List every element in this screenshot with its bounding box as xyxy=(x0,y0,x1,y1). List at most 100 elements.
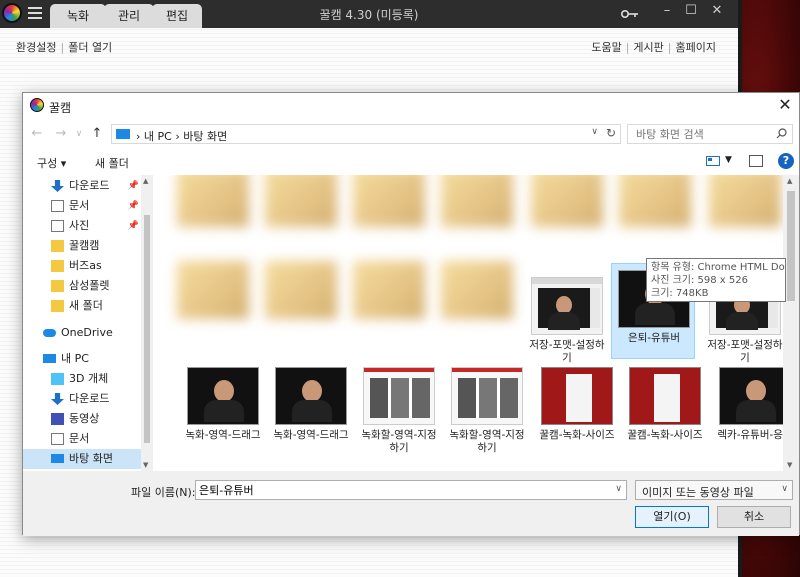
address-bar[interactable]: › 내 PC › 바탕 화면 ∨ ↻ xyxy=(111,124,621,144)
forward-arrow-icon[interactable]: → xyxy=(53,126,69,142)
file-item[interactable]: 저장-포맷-설정하기 xyxy=(525,271,609,367)
sidebar-item[interactable]: 문서 📌 xyxy=(23,196,141,216)
file-item[interactable] xyxy=(435,255,519,325)
up-arrow-icon[interactable]: ↑ xyxy=(89,126,105,142)
file-item[interactable] xyxy=(613,175,697,233)
file-item[interactable] xyxy=(347,255,431,325)
sidebar-item[interactable]: 버즈as xyxy=(23,256,141,276)
chevron-down-icon[interactable]: ∨ xyxy=(615,484,622,494)
board-link[interactable]: 게시판 xyxy=(633,41,663,54)
file-thumbnail xyxy=(265,175,337,227)
search-icon[interactable] xyxy=(776,128,787,139)
file-item[interactable]: 녹화할-영역-지정하기 xyxy=(357,361,441,457)
sidebar-item[interactable]: 다운로드 xyxy=(23,389,141,409)
pin-icon[interactable]: 📌 xyxy=(128,216,139,236)
file-thumbnail xyxy=(541,367,613,425)
sidebar-item-label: 문서 xyxy=(69,432,90,445)
tooltip-type: 항목 유형: Chrome HTML Do xyxy=(651,262,785,273)
file-thumbnail xyxy=(177,261,249,319)
file-item[interactable] xyxy=(703,175,787,233)
view-options-icon[interactable] xyxy=(706,156,720,166)
desktop-icon xyxy=(51,454,64,463)
open-file-dialog: 꿀캠 ✕ ← → ∨ ↑ › 내 PC › 바탕 화면 ∨ ↻ 구성 ▾ 새 폴… xyxy=(22,92,800,536)
recent-chevron-icon[interactable]: ∨ xyxy=(71,126,87,142)
pin-icon[interactable]: 📌 xyxy=(128,176,139,196)
file-item[interactable]: 꿀캠-녹화-사이즈 xyxy=(623,361,707,457)
view-chevron-icon[interactable]: ▼ xyxy=(725,155,732,165)
key-icon[interactable] xyxy=(621,9,639,19)
file-tooltip: 항목 유형: Chrome HTML Do 사진 크기: 598 x 526 크… xyxy=(646,258,786,302)
file-item[interactable] xyxy=(347,175,431,233)
file-item[interactable] xyxy=(259,175,343,233)
scroll-thumb[interactable] xyxy=(787,191,795,301)
file-item[interactable]: 녹화-영역-드래그 xyxy=(181,361,265,457)
file-item[interactable]: 녹화할-영역-지정하기 xyxy=(445,361,529,457)
file-thumbnail xyxy=(531,277,603,335)
app-titlebar: 녹화 관리 편집 꿀캠 4.30 (미등록) – ☐ ✕ xyxy=(0,0,738,28)
sidebar-item[interactable]: 문서 xyxy=(23,429,141,449)
filetype-value: 이미지 또는 동영상 파일 xyxy=(642,486,754,499)
organize-button[interactable]: 구성 ▾ xyxy=(37,155,66,171)
sidebar-item[interactable]: 꿀캠캠 xyxy=(23,236,141,256)
sidebar-item[interactable]: 3D 개체 xyxy=(23,369,141,389)
open-button[interactable]: 열기(O) xyxy=(635,506,709,528)
sidebar-item[interactable]: 사진 📌 xyxy=(23,216,141,236)
filetype-select[interactable]: 이미지 또는 동영상 파일 ∨ xyxy=(635,480,793,500)
address-row: ← → ∨ ↑ › 내 PC › 바탕 화면 ∨ ↻ xyxy=(23,119,799,149)
scroll-up-icon[interactable]: ▲ xyxy=(143,177,148,185)
search-field[interactable] xyxy=(627,124,793,144)
file-name: 녹화-영역-드래그 xyxy=(185,429,261,441)
sidebar-item-label: 삼성폴렛 xyxy=(69,279,110,292)
search-input[interactable] xyxy=(628,125,768,143)
breadcrumb[interactable]: › 내 PC › 바탕 화면 xyxy=(136,128,227,144)
help-icon[interactable]: ? xyxy=(778,153,794,169)
dialog-footer: 파일 이름(N): ∨ 이미지 또는 동영상 파일 ∨ 열기(O) 취소 xyxy=(23,471,799,536)
sidebar-item[interactable]: 삼성폴렛 xyxy=(23,276,141,296)
open-folder-link[interactable]: 폴더 열기 xyxy=(68,41,112,54)
file-item[interactable] xyxy=(171,255,255,325)
refresh-icon[interactable]: ↻ xyxy=(606,126,616,140)
sidebar-item[interactable]: 내 PC xyxy=(23,349,141,369)
sidebar-item[interactable]: OneDrive xyxy=(23,323,141,343)
maximize-icon[interactable]: ☐ xyxy=(679,0,703,24)
app-toolbar-right: 도움말 | 게시판 | 홈페이지 xyxy=(591,41,716,54)
sidebar-item[interactable]: 동영상 xyxy=(23,409,141,429)
scroll-thumb[interactable] xyxy=(144,215,150,443)
file-scrollbar[interactable]: ▲ ▼ xyxy=(783,175,799,471)
settings-link[interactable]: 환경설정 xyxy=(16,41,56,54)
filename-input[interactable] xyxy=(196,481,596,499)
sidebar-item-label: 동영상 xyxy=(69,412,100,425)
file-item[interactable] xyxy=(435,175,519,233)
scroll-down-icon[interactable]: ▼ xyxy=(787,461,792,469)
chevron-down-icon[interactable]: ∨ xyxy=(591,127,598,137)
close-icon[interactable]: ✕ xyxy=(705,0,729,24)
filename-combobox[interactable]: ∨ xyxy=(195,480,627,500)
file-item[interactable] xyxy=(171,175,255,233)
scroll-up-icon[interactable]: ▲ xyxy=(787,177,792,185)
file-item[interactable] xyxy=(525,175,609,233)
file-name: 녹화할-영역-지정하기 xyxy=(449,429,525,454)
dialog-close-icon[interactable]: ✕ xyxy=(773,95,797,117)
preview-pane-icon[interactable] xyxy=(749,155,763,167)
back-arrow-icon[interactable]: ← xyxy=(29,126,45,142)
help-link[interactable]: 도움말 xyxy=(591,41,621,54)
file-thumbnail xyxy=(709,175,781,227)
nav-scrollbar[interactable]: ▲ ▼ xyxy=(141,175,153,471)
scroll-down-icon[interactable]: ▼ xyxy=(143,461,148,469)
sidebar-item[interactable]: 새 폴더 xyxy=(23,296,141,316)
cloud-icon xyxy=(43,329,56,337)
file-thumbnail xyxy=(187,367,259,425)
sidebar-item[interactable]: 다운로드 📌 xyxy=(23,176,141,196)
new-folder-button[interactable]: 새 폴더 xyxy=(95,155,129,171)
file-item[interactable] xyxy=(259,255,343,325)
homepage-link[interactable]: 홈페이지 xyxy=(676,41,716,54)
file-item[interactable]: 녹화-영역-드래그 xyxy=(269,361,353,457)
sidebar-item-label: 새 폴더 xyxy=(69,299,103,312)
file-name: 꿀캠-녹화-사이즈 xyxy=(627,429,703,441)
pin-icon[interactable]: 📌 xyxy=(128,196,139,216)
chevron-down-icon[interactable]: ∨ xyxy=(781,484,788,494)
sidebar-item[interactable]: 바탕 화면 xyxy=(23,449,141,469)
file-item[interactable]: 꿀캠-녹화-사이즈 xyxy=(535,361,619,457)
minimize-icon[interactable]: – xyxy=(655,0,679,24)
cancel-button[interactable]: 취소 xyxy=(717,506,791,528)
